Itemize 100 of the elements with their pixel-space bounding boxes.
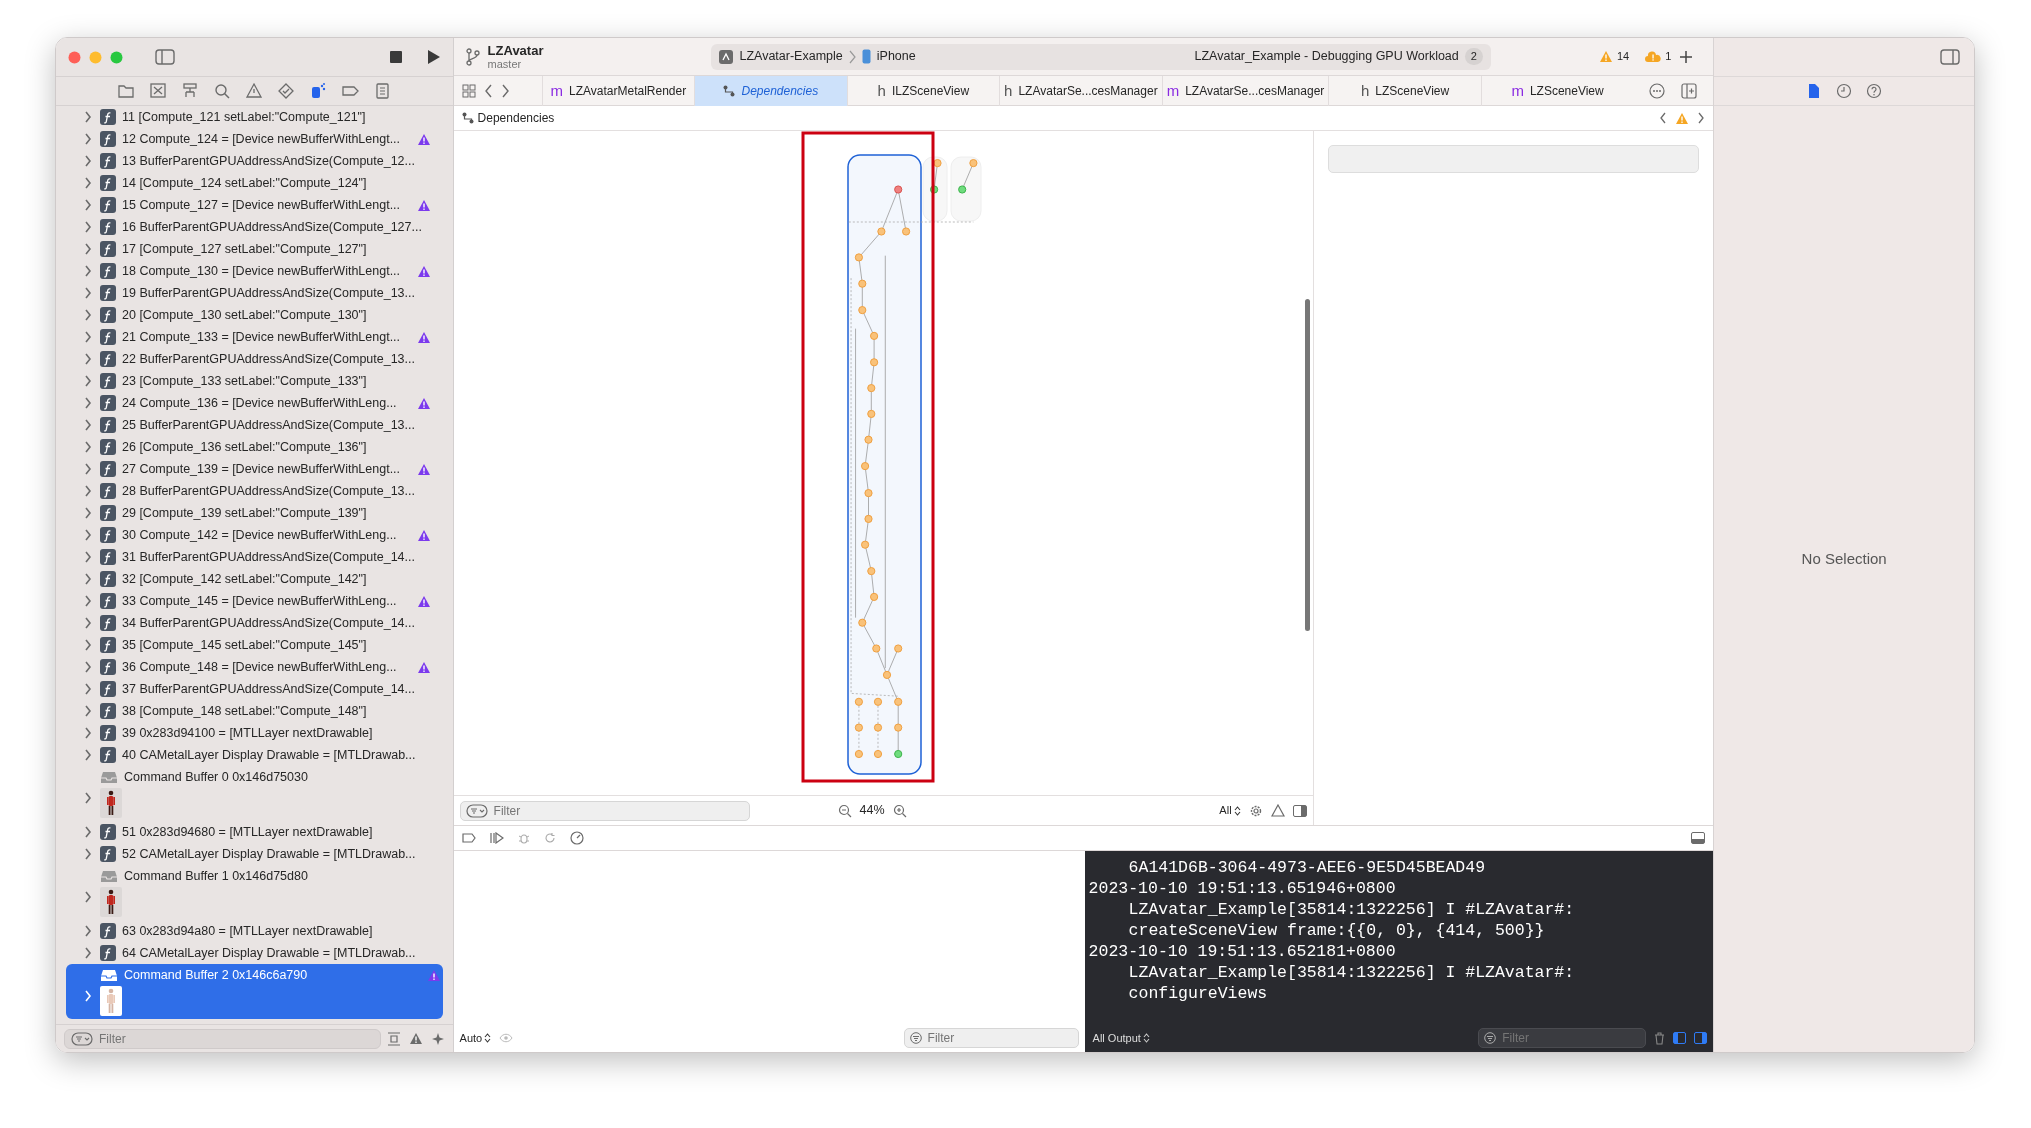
chevron-icon[interactable] [84, 573, 92, 585]
x-box-icon[interactable] [149, 82, 168, 100]
api-call-label[interactable]: 51 0x283d94680 = [MTLLayer nextDrawable] [122, 822, 373, 842]
stop-icon[interactable] [388, 50, 403, 64]
chevron-icon[interactable] [84, 485, 92, 497]
graph-node[interactable] [854, 697, 863, 706]
graph-node[interactable] [873, 749, 882, 759]
graph-node[interactable] [873, 697, 882, 706]
add-icon[interactable] [1679, 49, 1694, 64]
navigator-row[interactable]: 17 [Compute_127 setLabel:"Compute_127"] [56, 238, 443, 260]
chevron-icon[interactable] [84, 683, 92, 695]
graph-node[interactable] [860, 540, 869, 549]
graph-node[interactable] [893, 644, 902, 653]
api-call-label[interactable]: 24 Compute_136 = [Device newBufferWithLeng... [122, 393, 397, 413]
grid-icon[interactable] [461, 83, 476, 98]
api-call-label[interactable]: 25 BufferParentGPUAddressAndSize(Compute_13... [122, 415, 415, 435]
warning-count[interactable]: 14 [1616, 48, 1630, 65]
navigator-row[interactable]: 40 CAMetalLayer Display Drawable = [MTLDrawab... [56, 744, 443, 766]
navigator-row[interactable]: 29 [Compute_139 setLabel:"Compute_139"] [56, 502, 443, 524]
bug-icon[interactable] [517, 832, 530, 844]
graph-node[interactable] [893, 723, 902, 732]
graph-node[interactable] [860, 462, 869, 471]
command-buffer-label[interactable]: Command Buffer 1 0x146d75d80 [124, 866, 308, 886]
scope-dropdown[interactable]: All [1219, 802, 1241, 819]
chevron-icon[interactable] [84, 177, 92, 189]
editor-tab[interactable]: h ILZSceneView [846, 75, 1000, 106]
graph-node[interactable] [857, 618, 866, 627]
navigator-row[interactable]: 64 CAMetalLayer Display Drawable = [MTLDrawab... [56, 942, 443, 964]
api-call-label[interactable]: 15 Compute_127 = [Device newBufferWithLengt... [122, 195, 401, 215]
chevron-icon[interactable] [84, 639, 92, 651]
api-call-label[interactable]: 26 [Compute_136 setLabel:"Compute_136"] [122, 437, 367, 457]
graph-node[interactable] [901, 227, 910, 236]
folder-icon[interactable] [117, 82, 136, 100]
api-call-label[interactable]: 27 Compute_139 = [Device newBufferWithLengt... [122, 459, 401, 479]
panel-icon[interactable] [1673, 1032, 1687, 1044]
navigator-row[interactable]: 27 Compute_139 = [Device newBufferWithLengt... [56, 458, 443, 480]
chevron-icon[interactable] [84, 551, 92, 563]
warning-icon[interactable] [1270, 804, 1285, 817]
chevron-icon[interactable] [84, 661, 92, 673]
split-editor-icon[interactable] [1681, 82, 1698, 99]
navigator-row[interactable]: 12 Compute_124 = [Device newBufferWithLengt... [56, 128, 443, 150]
graph-node[interactable] [893, 697, 902, 706]
chevron-icon[interactable] [84, 792, 92, 804]
filter-input[interactable]: Filter [493, 801, 744, 820]
graph-node[interactable] [893, 185, 902, 194]
api-call-label[interactable]: 28 BufferParentGPUAddressAndSize(Compute_13... [122, 481, 415, 501]
navigator-row[interactable]: 14 [Compute_124 setLabel:"Compute_124"] [56, 172, 443, 194]
graph-node[interactable] [869, 592, 878, 601]
graph-node[interactable] [876, 227, 886, 236]
continue-icon[interactable] [489, 832, 504, 844]
navigator-row[interactable]: 19 BufferParentGPUAddressAndSize(Compute_13... [56, 282, 443, 304]
breadcrumb-item[interactable]: Dependencies [477, 109, 555, 127]
window-control-icon[interactable] [68, 50, 81, 64]
editor-tab[interactable]: h LZAvatarSe...cesManager [999, 75, 1162, 106]
chevron-icon[interactable] [84, 925, 92, 937]
api-call-label[interactable]: 35 [Compute_145 setLabel:"Compute_145"] [122, 635, 367, 655]
navigator-row[interactable]: 28 BufferParentGPUAddressAndSize(Compute_13... [56, 480, 443, 502]
graph-node[interactable] [866, 567, 875, 576]
chevron-icon[interactable] [84, 463, 92, 475]
navigator-row[interactable]: 37 BufferParentGPUAddressAndSize(Compute_14... [56, 678, 443, 700]
chevron-icon[interactable] [84, 947, 92, 959]
api-call-label[interactable]: 32 [Compute_142 setLabel:"Compute_142"] [122, 569, 367, 589]
chevron-icon[interactable] [84, 353, 92, 365]
editor-tab[interactable]: h LZSceneView [1328, 75, 1481, 106]
chevron-icon[interactable] [84, 617, 92, 629]
navigator-row[interactable]: 26 [Compute_136 setLabel:"Compute_136"] [56, 436, 443, 458]
graph-node[interactable] [957, 185, 966, 194]
api-call-label[interactable]: 31 BufferParentGPUAddressAndSize(Compute_14... [122, 547, 415, 567]
chevron-icon[interactable] [84, 221, 92, 233]
graph-node[interactable] [866, 409, 875, 418]
breakpoint-icon[interactable] [461, 833, 476, 843]
api-call-label[interactable]: 34 BufferParentGPUAddressAndSize(Compute_14... [122, 613, 415, 633]
filter-input[interactable]: Filter [99, 1029, 374, 1048]
navigator-row[interactable]: 34 BufferParentGPUAddressAndSize(Compute_14... [56, 612, 443, 634]
chevron-icon[interactable] [84, 848, 92, 860]
navigator-row[interactable]: 25 BufferParentGPUAddressAndSize(Compute_13... [56, 414, 443, 436]
api-call-label[interactable]: 22 BufferParentGPUAddressAndSize(Compute_13... [122, 349, 415, 369]
navigator-row[interactable]: 33 Compute_145 = [Device newBufferWithLeng... [56, 590, 443, 612]
navigator-row[interactable]: 51 0x283d94680 = [MTLLayer nextDrawable] [56, 821, 443, 843]
graph-node[interactable] [866, 384, 875, 393]
editor-tab[interactable]: m LZSceneView [1480, 75, 1634, 106]
mode-dropdown[interactable]: Auto [459, 1029, 492, 1047]
forward-icon[interactable] [500, 83, 510, 98]
chevron-icon[interactable] [84, 133, 92, 145]
chevron-icon[interactable] [84, 749, 92, 761]
navigator-row[interactable]: 31 BufferParentGPUAddressAndSize(Compute_14... [56, 546, 443, 568]
graph-node[interactable] [864, 514, 873, 523]
more-icon[interactable] [1649, 82, 1666, 99]
chevron-icon[interactable] [84, 397, 92, 409]
navigator-row[interactable]: 18 Compute_130 = [Device newBufferWithLengt... [56, 260, 443, 282]
chevron-icon[interactable] [84, 375, 92, 387]
sidebar-toggle-icon[interactable] [155, 49, 175, 65]
filter-icon[interactable] [465, 803, 488, 818]
scrollbar[interactable] [1304, 299, 1310, 631]
editor-tab[interactable]: Dependencies [694, 75, 847, 106]
api-call-label[interactable]: 40 CAMetalLayer Display Drawable = [MTLDrawab... [122, 745, 416, 765]
group-frame[interactable] [846, 154, 922, 775]
api-call-label[interactable]: 11 [Compute_121 setLabel:"Compute_121"] [122, 107, 366, 127]
graph-node[interactable] [933, 159, 942, 168]
branch-icon[interactable] [465, 47, 480, 66]
